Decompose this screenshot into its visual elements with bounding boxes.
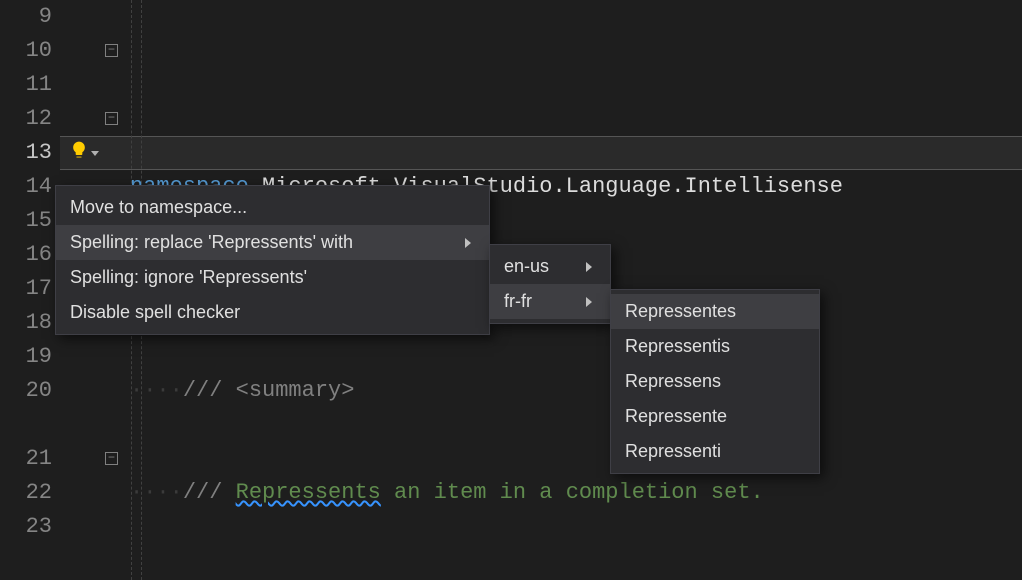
menu-item-lang-enus[interactable]: en-us (490, 249, 610, 284)
line-number: 15 (0, 204, 58, 238)
quick-actions-menu: Move to namespace... Spelling: replace '… (55, 185, 490, 335)
line-number: 13 (0, 136, 58, 170)
fold-toggle[interactable]: − (105, 452, 118, 465)
line-number: 19 (0, 340, 58, 374)
line-number: 18 (0, 306, 58, 340)
code-line: ····/// <summary> (130, 374, 1022, 408)
spelling-suggestions-menu: Repressentes Repressentis Repressens Rep… (610, 289, 820, 474)
line-number: 22 (0, 476, 58, 510)
line-number: 10 (0, 34, 58, 68)
chevron-right-icon (586, 262, 592, 272)
chevron-right-icon (465, 238, 471, 248)
menu-item-spelling-ignore[interactable]: Spelling: ignore 'Repressents' (56, 260, 489, 295)
chevron-right-icon (586, 297, 592, 307)
code-editor: 9 10 11 12 13 14 15 16 17 18 19 20 21 22… (0, 0, 1022, 580)
chevron-down-icon (91, 151, 99, 156)
line-number (0, 408, 58, 442)
line-number: 23 (0, 510, 58, 544)
menu-item-suggestion[interactable]: Repressentes (611, 294, 819, 329)
fold-toggle[interactable]: − (105, 44, 118, 57)
menu-item-suggestion[interactable]: Repressentis (611, 329, 819, 364)
menu-item-suggestion[interactable]: Repressenti (611, 434, 819, 469)
code-line (130, 68, 1022, 102)
menu-item-suggestion[interactable]: Repressente (611, 399, 819, 434)
line-number: 11 (0, 68, 58, 102)
menu-item-disable-spellcheck[interactable]: Disable spell checker (56, 295, 489, 330)
line-number: 20 (0, 374, 58, 408)
line-number: 16 (0, 238, 58, 272)
quick-actions-button[interactable] (60, 136, 108, 170)
line-number: 17 (0, 272, 58, 306)
line-number: 14 (0, 170, 58, 204)
menu-item-suggestion[interactable]: Repressens (611, 364, 819, 399)
line-number: 12 (0, 102, 58, 136)
line-number-gutter: 9 10 11 12 13 14 15 16 17 18 19 20 21 22… (0, 0, 58, 580)
menu-item-move-namespace[interactable]: Move to namespace... (56, 190, 489, 225)
lightbulb-icon (69, 140, 89, 167)
spelling-language-menu: en-us fr-fr (489, 244, 611, 324)
fold-toggle[interactable]: − (105, 112, 118, 125)
line-number: 21 (0, 442, 58, 476)
line-number: 9 (0, 0, 58, 34)
menu-item-lang-frfr[interactable]: fr-fr (490, 284, 610, 319)
code-line: ····/// Repressents an item in a complet… (130, 476, 1022, 510)
menu-item-spelling-replace[interactable]: Spelling: replace 'Repressents' with (56, 225, 489, 260)
